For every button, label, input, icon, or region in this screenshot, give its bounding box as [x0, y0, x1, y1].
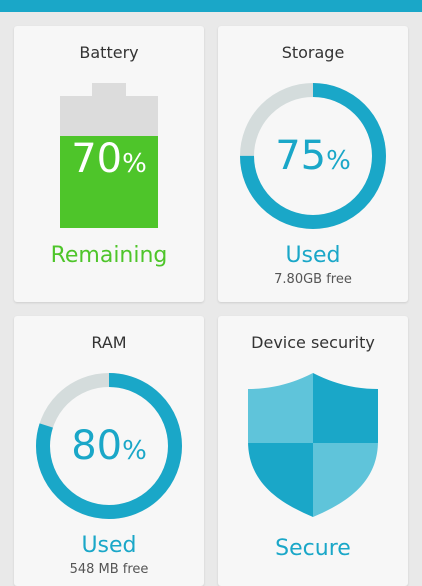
storage-card[interactable]: Storage 75% Used 7.80GB free — [218, 26, 408, 302]
ram-status: Used — [81, 533, 137, 558]
battery-percent-sign: % — [122, 149, 147, 179]
storage-free: 7.80GB free — [274, 272, 352, 287]
battery-cap — [92, 83, 126, 97]
battery-title: Battery — [79, 43, 139, 62]
battery-percent: 70% — [14, 136, 204, 182]
security-status: Secure — [275, 536, 351, 561]
shield-icon — [248, 373, 378, 517]
storage-percent-sign: % — [326, 146, 351, 176]
ram-percent-value: 80 — [71, 423, 123, 469]
ram-free: 548 MB free — [69, 562, 149, 577]
shield-quadrant-top-left — [248, 373, 313, 443]
ram-percent-sign: % — [122, 436, 147, 466]
ram-title: RAM — [91, 333, 127, 352]
ram-percent: 80% — [14, 423, 204, 469]
security-card[interactable]: Device security Secure — [218, 316, 408, 586]
ram-card[interactable]: RAM 80% Used 548 MB free — [14, 316, 204, 586]
battery-status: Remaining — [50, 243, 168, 268]
battery-card[interactable]: Battery 70% Remaining — [14, 26, 204, 302]
shield-quadrant-top-right — [313, 373, 378, 443]
battery-percent-value: 70 — [71, 136, 123, 182]
shield-quadrant-bottom-left — [248, 443, 313, 517]
storage-percent: 75% — [218, 133, 408, 179]
top-accent-bar — [0, 0, 422, 12]
shield-quadrant-bottom-right — [313, 443, 378, 517]
storage-title: Storage — [281, 43, 345, 62]
security-title: Device security — [251, 333, 375, 352]
storage-percent-value: 75 — [275, 133, 327, 179]
storage-status: Used — [285, 243, 341, 268]
